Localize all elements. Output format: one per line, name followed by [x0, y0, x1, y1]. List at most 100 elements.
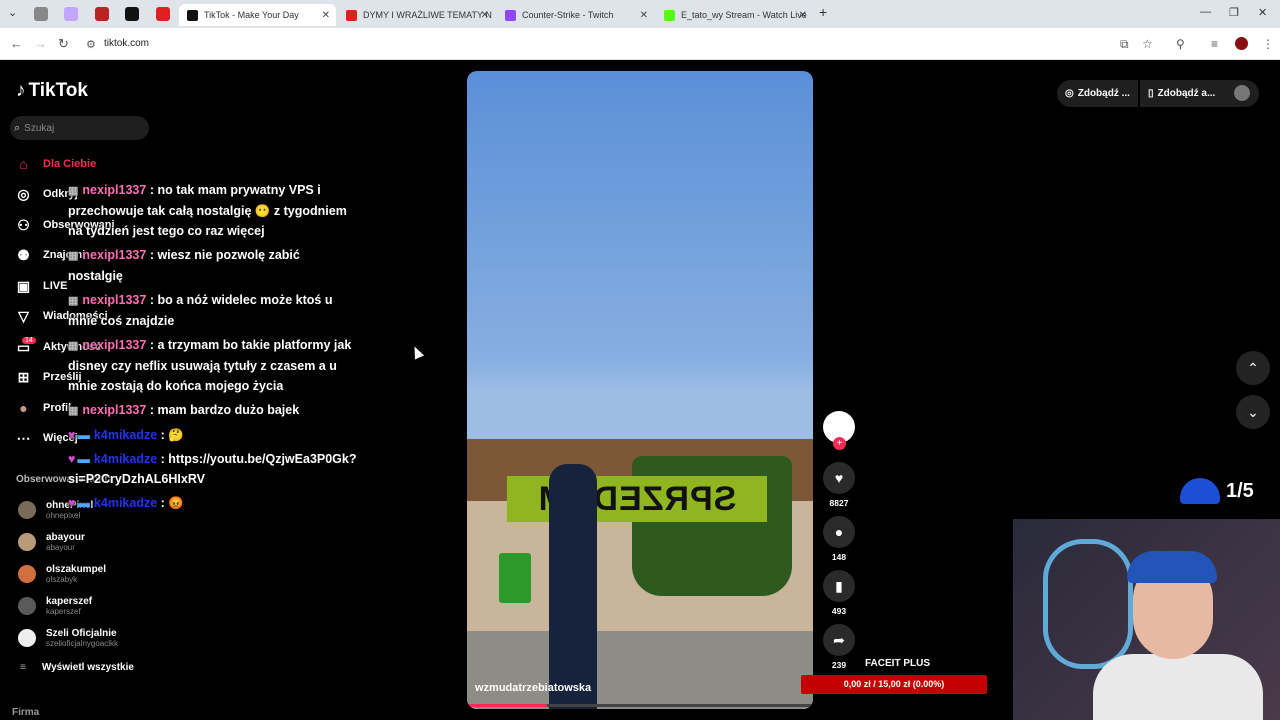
button-label: Zdobądź a...	[1157, 88, 1216, 99]
tab-tiktok[interactable]: TikTok - Make Your Day ✕	[179, 4, 336, 26]
share-icon: ➦	[823, 624, 855, 656]
next-video-button[interactable]: ⌄	[1236, 395, 1270, 429]
live-icon: ▣	[16, 277, 31, 294]
tab-title: E_tato_wy Stream - Watch Live	[681, 10, 807, 20]
close-tab-icon[interactable]: ✕	[640, 10, 648, 21]
account-handle: kaperszef	[46, 607, 81, 616]
chrome-menu-icon[interactable]: ⋮	[1262, 37, 1274, 51]
chat-badge-icon: ▦	[68, 295, 79, 307]
home-icon: ⌂	[19, 156, 28, 172]
chat-badge-icon: ▦	[68, 340, 79, 352]
prime-badge-icon: ▬	[77, 428, 90, 442]
pinned-tab-1[interactable]	[34, 7, 48, 21]
avatar	[18, 565, 36, 583]
followed-account[interactable]: kaperszef kaperszef	[18, 596, 92, 616]
video-progress-fill	[467, 704, 547, 707]
video-player[interactable]: SPRZEDAM wzmudatrzebiatowska	[467, 71, 813, 709]
video-ground	[467, 631, 813, 709]
cast-icon[interactable]: ⧉	[1120, 37, 1129, 52]
compass-icon: ◎	[17, 185, 30, 202]
nav-label: Dla Ciebie	[43, 158, 97, 170]
new-tab-icon[interactable]: +	[819, 4, 827, 20]
pinned-tab-3[interactable]	[95, 7, 109, 21]
follow-plus-icon[interactable]: +	[833, 437, 846, 450]
sub-badge-icon: ♥	[68, 496, 76, 510]
sub-badge-icon: ♥	[68, 428, 76, 442]
nav-live[interactable]: ▣ LIVE	[16, 276, 68, 296]
share-button[interactable]: ➦ 239	[823, 624, 855, 670]
tab-youtube[interactable]: DYMY I WRAŻLIWE TEMATY N ✕	[338, 4, 495, 26]
previous-video-button[interactable]: ⌃	[1236, 351, 1270, 385]
extensions-icon[interactable]: ⚲	[1176, 37, 1185, 51]
nav-for-you[interactable]: ⌂ Dla Ciebie	[16, 154, 96, 174]
faceit-title: FACEIT PLUS	[865, 658, 931, 669]
address-bar: ← → ↻ ⚙ tiktok.com ⧉ ☆ ⚲ ≡ ⋮	[0, 28, 1280, 60]
tiktok-logo[interactable]: ♪ TikTok	[16, 80, 88, 102]
media-icon[interactable]: ≡	[1211, 37, 1218, 51]
close-tab-icon[interactable]: ✕	[322, 10, 330, 21]
chat-username: k4mikadze	[93, 496, 158, 510]
footer-company-link[interactable]: Firma	[12, 707, 39, 718]
get-app-button[interactable]: ▯ Zdobądź a...	[1140, 80, 1224, 107]
chat-text: : 😡	[160, 496, 184, 510]
upload-icon: ⊞	[17, 368, 30, 385]
followed-account[interactable]: Szeli Oficjalnie szelioficjalnygoaclkk	[18, 628, 118, 648]
forward-icon[interactable]: →	[34, 36, 47, 51]
coin-icon: ◎	[1065, 88, 1074, 99]
pinned-tab-2[interactable]	[64, 7, 78, 21]
nav-profile[interactable]: ● Profil	[16, 398, 71, 418]
followed-account[interactable]: abayour abayour	[18, 532, 85, 552]
back-icon[interactable]: ←	[10, 36, 23, 51]
like-button[interactable]: ♥ 8827	[823, 462, 855, 508]
see-all-button[interactable]: ≡ Wyświetl wszystkie	[20, 662, 134, 673]
mouse-cursor-icon	[409, 344, 425, 360]
pinned-tab-4[interactable]	[125, 7, 139, 21]
counter-text: 1/5	[1226, 479, 1254, 502]
comment-icon: ●	[823, 516, 855, 548]
profile-icon: ●	[19, 400, 28, 416]
chat-message: ♥ ▬ k4mikadze : 😡	[68, 493, 358, 513]
chat-username: nexipl1337	[82, 338, 147, 352]
user-avatar[interactable]	[1234, 85, 1250, 101]
tiktok-note-icon: ♪	[16, 80, 26, 101]
search-input[interactable]: ⌕ Szukaj	[10, 116, 149, 140]
account-name: kaperszef	[46, 596, 93, 607]
tab-search-icon[interactable]: ⌄	[8, 6, 17, 19]
tab-kick[interactable]: E_tato_wy Stream - Watch Live ✕	[656, 4, 813, 26]
reload-icon[interactable]: ↻	[58, 36, 69, 52]
chevron-up-icon: ⌃	[1247, 360, 1259, 376]
chat-message: ▦ nexipl1337 : no tak mam prywatny VPS i …	[68, 180, 358, 241]
browser-tab-strip: ⌄ TikTok - Make Your Day ✕ DYMY I WRAŻLI…	[0, 0, 1280, 28]
account-handle: olszabyk	[46, 575, 78, 584]
chat-badge-icon: ▦	[68, 250, 79, 262]
video-author[interactable]: wzmudatrzebiatowska	[475, 682, 591, 694]
prime-badge-icon: ▬	[77, 452, 90, 466]
close-tab-icon[interactable]: ✕	[481, 10, 489, 21]
pinned-tab-5[interactable]	[156, 7, 170, 21]
account-handle: szelioficjalnygoaclkk	[46, 639, 119, 648]
close-tab-icon[interactable]: ✕	[799, 10, 807, 21]
followed-account[interactable]: olszakumpel olszabyk	[18, 564, 106, 584]
video-progress-bar[interactable]	[467, 704, 813, 707]
chat-username: nexipl1337	[82, 403, 147, 417]
browser-profile-avatar[interactable]	[1235, 37, 1248, 50]
tab-twitch[interactable]: Counter-Strike - Twitch ✕	[497, 4, 654, 26]
save-button[interactable]: ▮ 493	[823, 570, 855, 616]
site-info-icon[interactable]: ⚙	[86, 38, 96, 51]
url-field[interactable]: tiktok.com	[104, 38, 149, 49]
restore-icon[interactable]: ❐	[1229, 6, 1239, 19]
logo-text: TikTok	[28, 80, 88, 101]
chat-message: ▦ nexipl1337 : mam bardzo dużo bajek	[68, 400, 358, 421]
streamer-webcam	[1013, 519, 1280, 720]
send-icon: ▽	[18, 307, 29, 324]
get-coins-button[interactable]: ◎ Zdobądź ...	[1057, 80, 1138, 107]
tab-title: DYMY I WRAŻLIWE TEMATY N	[363, 10, 492, 20]
share-count: 239	[831, 660, 847, 670]
close-window-icon[interactable]: ✕	[1258, 6, 1267, 19]
bookmark-star-icon[interactable]: ☆	[1142, 37, 1153, 51]
minimize-icon[interactable]: —	[1200, 6, 1211, 18]
youtube-favicon	[346, 9, 357, 21]
comment-button[interactable]: ● 148	[823, 516, 855, 562]
friends-icon: ⚉	[17, 246, 30, 263]
blue-cap-icon	[1180, 478, 1220, 504]
